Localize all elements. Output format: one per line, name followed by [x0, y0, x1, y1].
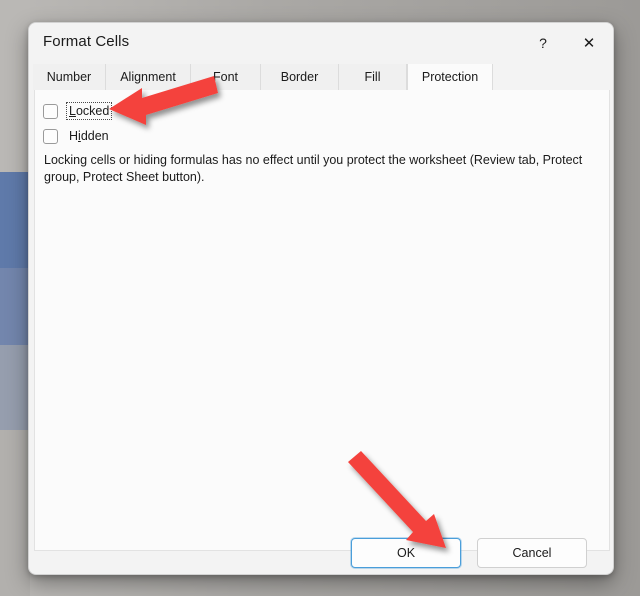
dialog-title: Format Cells: [43, 33, 130, 50]
backdrop-band-blue-3: [0, 345, 30, 430]
backdrop-band-bottom: [0, 430, 30, 596]
tab-strip: Number Alignment Font Border Fill Protec…: [29, 64, 613, 90]
tab-number[interactable]: Number: [33, 64, 106, 90]
cancel-button[interactable]: Cancel: [477, 538, 587, 568]
dialog-titlebar: Format Cells ? ✕: [29, 23, 613, 63]
hidden-checkbox[interactable]: [43, 128, 58, 144]
help-icon[interactable]: ?: [521, 23, 565, 63]
ok-button[interactable]: OK: [351, 538, 461, 568]
backdrop-band-top: [0, 0, 30, 172]
locked-checkbox[interactable]: [43, 103, 58, 119]
backdrop-band-blue-2: [0, 268, 30, 345]
hidden-checkbox-label[interactable]: Hidden: [67, 128, 111, 144]
locked-checkbox-label[interactable]: Locked: [65, 102, 113, 120]
tab-border[interactable]: Border: [261, 64, 339, 90]
tab-fill[interactable]: Fill: [339, 64, 407, 90]
tab-alignment[interactable]: Alignment: [106, 64, 191, 90]
locked-checkbox-row[interactable]: Locked: [43, 102, 113, 120]
dialog-footer: OK Cancel: [29, 524, 613, 574]
protection-description: Locking cells or hiding formulas has no …: [44, 153, 583, 184]
protection-tab-panel: Locked Hidden Locking cells or hiding fo…: [34, 90, 610, 551]
format-cells-dialog: Format Cells ? ✕ Number Alignment Font B…: [28, 22, 614, 575]
backdrop-band-blue-1: [0, 172, 30, 268]
close-icon[interactable]: ✕: [567, 23, 611, 63]
tab-font[interactable]: Font: [191, 64, 261, 90]
hidden-checkbox-row[interactable]: Hidden: [43, 128, 111, 144]
tab-protection[interactable]: Protection: [407, 64, 493, 90]
